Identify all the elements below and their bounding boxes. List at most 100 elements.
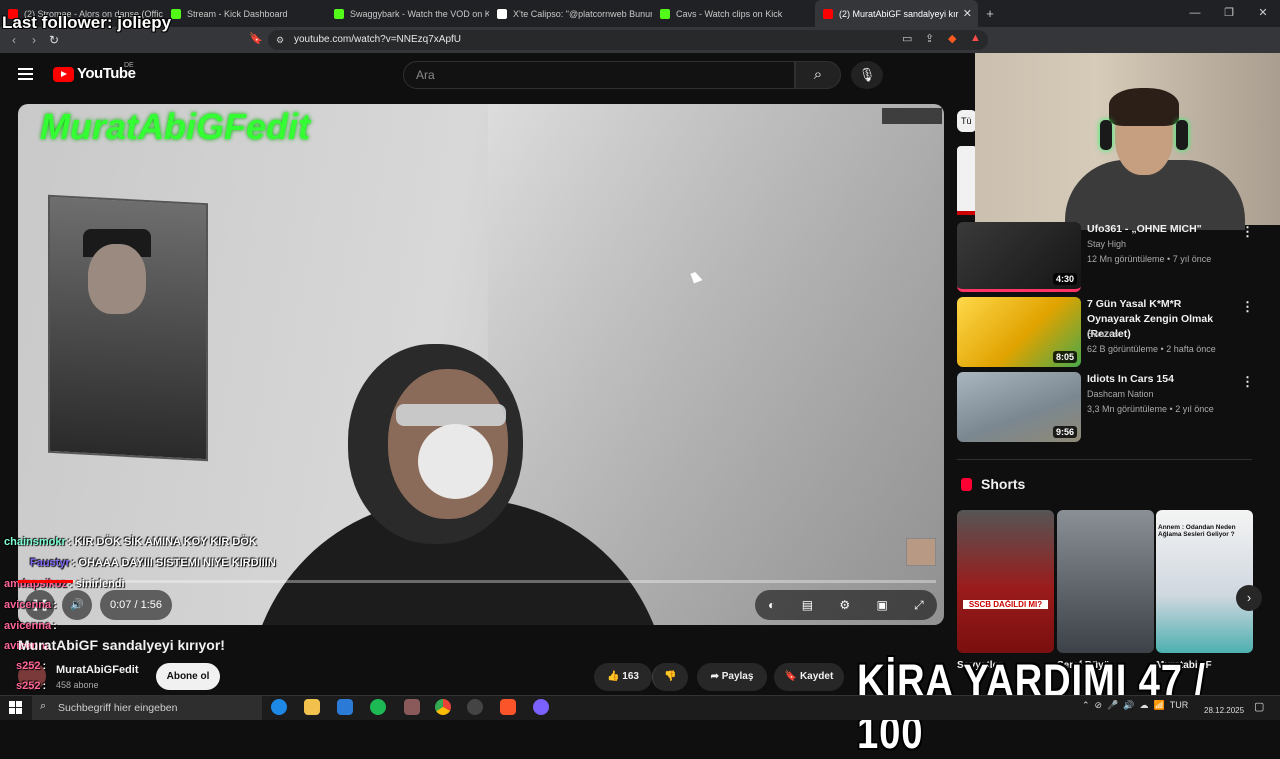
- settings-icon[interactable]: ⚙: [839, 598, 850, 612]
- more-options-icon[interactable]: ⋮: [1241, 374, 1254, 390]
- subscribe-button[interactable]: Abone ol: [156, 663, 220, 690]
- short-thumbnail[interactable]: SSCB DAĞILDI MI?: [957, 510, 1054, 653]
- video-person: [396, 404, 506, 426]
- browser-tab[interactable]: Stream - Kick Dashboard: [163, 0, 326, 27]
- brave-shield-icon[interactable]: ◆: [948, 32, 956, 45]
- rewards-icon[interactable]: ▲: [970, 32, 981, 44]
- brave-icon[interactable]: [500, 699, 516, 715]
- more-options-icon[interactable]: ⋮: [1241, 224, 1254, 240]
- short-thumbnail[interactable]: Annem : Odandan Neden Ağlama Sesleri Gel…: [1156, 510, 1253, 653]
- share-button[interactable]: ➦ Paylaş: [697, 663, 767, 691]
- url-field[interactable]: youtube.com/watch?v=NNEzq7xApfU: [268, 30, 988, 50]
- search-input[interactable]: Ara: [403, 61, 795, 89]
- app-icon[interactable]: [404, 699, 420, 715]
- ad-card[interactable]: [957, 146, 977, 214]
- file-explorer-icon[interactable]: [304, 699, 320, 715]
- recommended-video[interactable]: 8:05 7 Gün Yasal K*M*R Oynayarak Zengin …: [957, 297, 1257, 367]
- edge-icon[interactable]: [271, 699, 287, 715]
- recommended-video-channel[interactable]: Swazes: [1087, 329, 1119, 339]
- youtube-favicon-icon: [823, 8, 833, 19]
- headset-icon: [1100, 120, 1112, 150]
- search-icon: ⌕: [40, 700, 47, 712]
- short-caption: Annem : Odandan Neden Ağlama Sesleri Gel…: [1158, 524, 1236, 538]
- minimize-icon[interactable]: —: [1178, 0, 1212, 27]
- x-favicon-icon: [497, 8, 507, 19]
- close-tab-icon[interactable]: ✕: [963, 7, 972, 20]
- recommended-video-title[interactable]: Ufo361 - „OHNE MICH": [1087, 222, 1237, 237]
- recommended-video-channel[interactable]: Dashcam Nation: [1087, 389, 1154, 399]
- system-tray[interactable]: ⌃ ⊘ 🎤 🔊 ☁ 📶 TUR: [1082, 700, 1188, 711]
- recommended-video[interactable]: 9:56 Idiots In Cars 154 Dashcam Nation 3…: [957, 372, 1257, 442]
- short-caption: SSCB DAĞILDI MI?: [963, 600, 1048, 609]
- app-icon[interactable]: [533, 699, 549, 715]
- close-window-icon[interactable]: ✕: [1246, 0, 1280, 27]
- time-display: 0:07 / 1:56: [100, 590, 172, 620]
- video-corner-overlay: [882, 108, 942, 124]
- video-person: [418, 424, 493, 499]
- kick-favicon-icon: [334, 8, 344, 19]
- recommended-video-title[interactable]: Idiots In Cars 154: [1087, 372, 1237, 387]
- kick-favicon-icon: [171, 8, 181, 19]
- video-thumbnail[interactable]: 8:05: [957, 297, 1081, 367]
- like-button[interactable]: 👍 163: [594, 663, 652, 691]
- browser-tab[interactable]: Cavs - Watch clips on Kick: [652, 0, 815, 27]
- recommended-video-channel[interactable]: Stay High: [1087, 239, 1126, 249]
- channel-name[interactable]: MuratAbiGFedit: [56, 664, 139, 676]
- subtitles-icon[interactable]: ▤: [802, 598, 813, 612]
- share-arrow-icon: ➦: [710, 671, 722, 682]
- share-icon[interactable]: ⇪: [925, 32, 934, 45]
- chrome-icon[interactable]: [435, 699, 451, 715]
- streamer-webcam-overlay: [1109, 88, 1179, 126]
- restore-icon[interactable]: ❐: [1212, 0, 1246, 27]
- chat-message: s252:: [16, 660, 47, 672]
- search-icon[interactable]: ⌕: [795, 61, 841, 89]
- reload-icon[interactable]: ↻: [44, 33, 64, 47]
- back-icon[interactable]: ‹: [4, 33, 24, 47]
- miniplayer-icon[interactable]: ▣: [877, 598, 888, 612]
- new-tab-button[interactable]: +: [978, 6, 1002, 21]
- cast-icon[interactable]: ▭: [902, 32, 912, 45]
- wall-portrait: [88, 244, 146, 314]
- browser-tab-active[interactable]: (2) MuratAbiGF sandalyeyi kır ✕: [815, 0, 978, 27]
- recommended-video-meta: 12 Mn görüntüleme • 7 yıl önce: [1087, 254, 1212, 264]
- spotify-icon[interactable]: [370, 699, 386, 715]
- microphone-icon[interactable]: 🎙: [851, 61, 883, 89]
- menu-icon[interactable]: [18, 68, 33, 80]
- more-options-icon[interactable]: ⋮: [1241, 299, 1254, 315]
- video-thumbnail[interactable]: 9:56: [957, 372, 1081, 442]
- windows-start-icon[interactable]: [9, 701, 22, 714]
- ad-card-accent: [957, 211, 977, 215]
- youtube-logo-icon[interactable]: [53, 67, 74, 82]
- notification-icon[interactable]: ▢: [1254, 700, 1264, 713]
- save-button[interactable]: 🔖 Kaydet: [774, 663, 844, 691]
- thumbs-up-icon: 👍: [607, 671, 623, 682]
- browser-tab[interactable]: Swaggybark - Watch the VOD on Kick: [326, 0, 489, 27]
- site-info-icon[interactable]: ⚙: [276, 35, 284, 46]
- browser-tab-bar: (2) Stromae - Alors on danse (Official S…: [0, 0, 1280, 27]
- filter-chip[interactable]: Tü: [957, 110, 977, 132]
- recommended-video-meta: 62 B görüntüleme • 2 hafta önce: [1087, 344, 1216, 354]
- store-icon[interactable]: [337, 699, 353, 715]
- subscriber-count: 458 abone: [56, 680, 99, 690]
- fullscreen-icon[interactable]: ⤢: [914, 598, 924, 613]
- chat-message: avicenna:: [4, 620, 57, 632]
- divider: [957, 459, 1252, 460]
- obs-icon[interactable]: [467, 699, 483, 715]
- progress-bar[interactable]: [18, 580, 936, 583]
- dislike-button[interactable]: 👎: [652, 663, 688, 691]
- taskbar-search-input[interactable]: Suchbegriff hier eingeben: [32, 696, 262, 720]
- autoplay-toggle[interactable]: ◐: [768, 598, 775, 612]
- forward-icon[interactable]: ›: [24, 33, 44, 47]
- browser-tab[interactable]: X'te Calipso: "@platcornweb Bunun i: [489, 0, 652, 27]
- volume-icon[interactable]: 🔊: [62, 590, 92, 620]
- bookmark-icon[interactable]: 🔖: [249, 32, 263, 45]
- chat-message: Faustyr: OHAAA DAYIII SISTEMI NIYE KIRDI…: [30, 557, 276, 569]
- video-thumbnail[interactable]: 4:30: [957, 222, 1081, 292]
- short-thumbnail[interactable]: [1057, 510, 1154, 653]
- chevron-right-icon[interactable]: ›: [1236, 585, 1262, 611]
- window-controls: — ❐ ✕: [1178, 0, 1280, 27]
- video-corner-thumbnail: [906, 538, 936, 566]
- recommended-video[interactable]: 4:30 Ufo361 - „OHNE MICH" Stay High 12 M…: [957, 222, 1257, 292]
- shorts-icon: [961, 478, 972, 491]
- headset-icon: [1176, 120, 1188, 150]
